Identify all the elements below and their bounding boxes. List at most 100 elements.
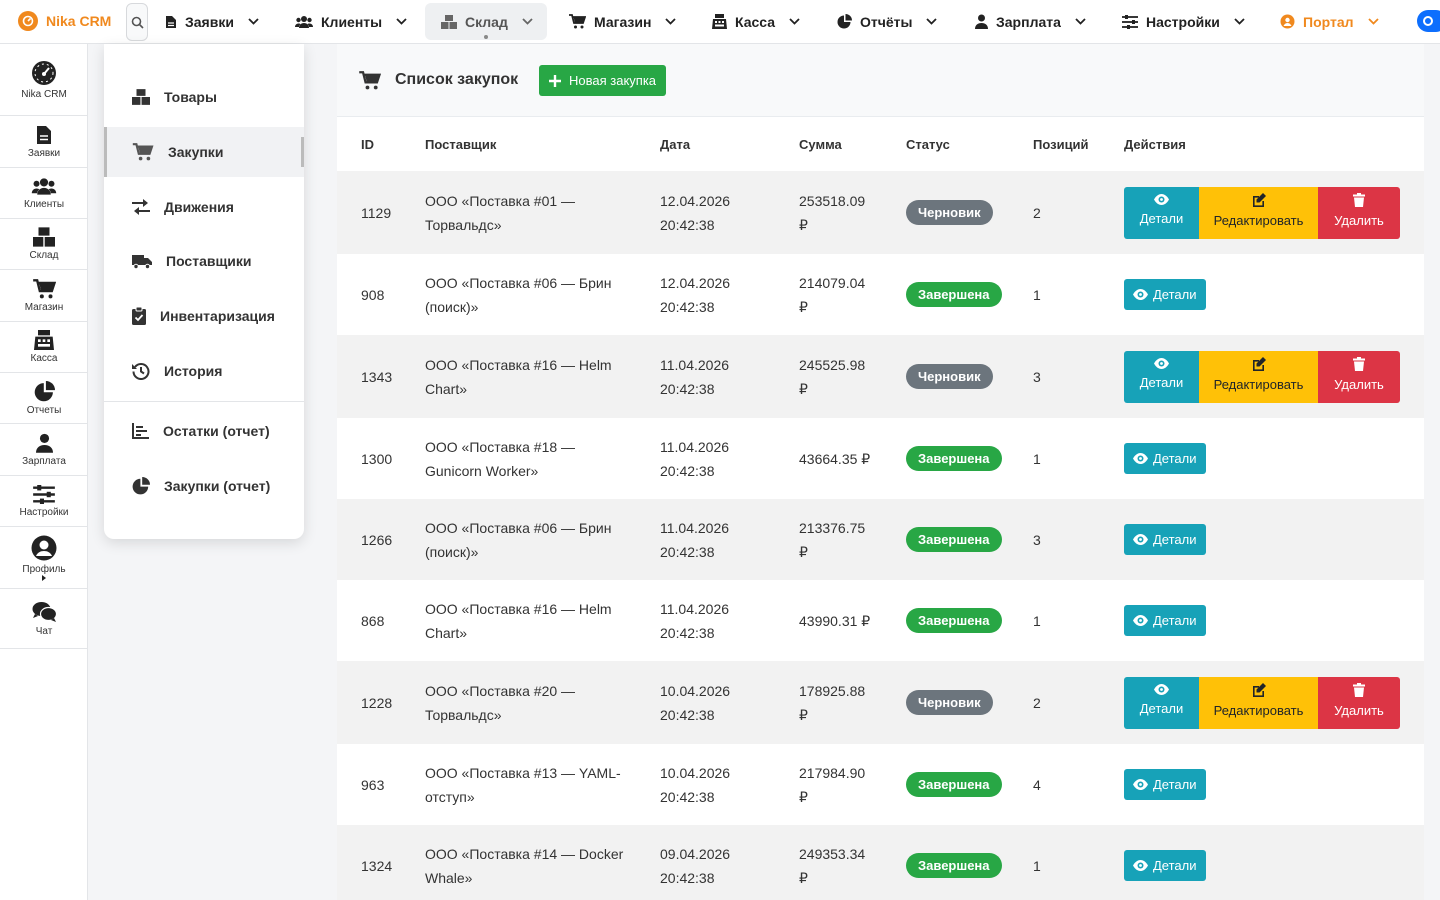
details-button[interactable]: Детали (1124, 186, 1199, 239)
nav-warehouse[interactable]: Склад (425, 3, 547, 40)
cell-positions: 1 (1009, 580, 1100, 661)
delete-button[interactable]: Удалить (1318, 350, 1400, 403)
cell-date: 11.04.2026 20:42:38 (636, 335, 775, 418)
delete-button[interactable]: Удалить (1318, 676, 1400, 729)
theme-toggle[interactable] (1417, 10, 1440, 32)
cell-id: 1266 (337, 499, 401, 580)
details-button[interactable]: Детали (1124, 443, 1206, 474)
details-button[interactable]: Детали (1124, 850, 1206, 881)
nav-label: Настройки (1146, 13, 1220, 30)
sliders-icon (33, 484, 55, 504)
submenu-item-purchases-report[interactable]: Закупки (отчет) (104, 461, 304, 511)
submenu-divider (104, 401, 304, 402)
col-header-id[interactable]: ID (337, 117, 401, 171)
cell-positions: 1 (1009, 825, 1100, 900)
submenu-item-history[interactable]: История (104, 346, 304, 396)
edit-button[interactable]: Редактировать (1199, 676, 1318, 729)
col-header-supplier[interactable]: Поставщик (401, 117, 636, 171)
sidebar-item-home[interactable]: Nika CRM (0, 44, 88, 116)
col-header-date[interactable]: Дата (636, 117, 775, 171)
sidebar-item-profile[interactable]: Профиль (0, 527, 88, 589)
sidebar-item-salary[interactable]: Зарплата (0, 424, 88, 476)
nav-reports[interactable]: Отчёты (827, 3, 947, 40)
delete-button[interactable]: Удалить (1318, 186, 1400, 239)
nav-settings[interactable]: Настройки (1112, 3, 1255, 40)
cell-status: Завершена (882, 825, 1009, 900)
table-row[interactable]: 908 ООО «Поставка #06 — Брин (поиск)» 12.04… (337, 254, 1424, 335)
submenu-item-inventory[interactable]: Инвентаризация (104, 291, 304, 341)
time-value: 20:42:38 (660, 298, 715, 315)
eye-icon (1154, 684, 1169, 695)
table-row[interactable]: 1324 ООО «Поставка #14 — Docker Whale» 09.0… (337, 825, 1424, 900)
submenu-item-movements[interactable]: Движения (104, 182, 304, 232)
table-row[interactable]: 1228 ООО «Поставка #20 — Торвальдс» 10.04.2… (337, 661, 1424, 744)
submenu-item-products[interactable]: Товары (104, 72, 304, 122)
edit-icon (1252, 356, 1266, 371)
sidebar-item-shop[interactable]: Магазин (0, 270, 88, 322)
cell-positions: 3 (1009, 335, 1100, 418)
table-row[interactable]: 1300 ООО «Поставка #18 — Gunicorn Worker» 1… (337, 418, 1424, 499)
new-purchase-label: Новая закупка (569, 73, 657, 88)
table-row[interactable]: 1129 ООО «Поставка #01 — Торвальдс» 12.04.2… (337, 171, 1424, 254)
sum-line-1: 214079.04 (799, 274, 866, 291)
sidebar-item-cashbox[interactable]: Касса (0, 322, 88, 373)
sidebar-item-chat[interactable]: Чат (0, 589, 88, 649)
details-button[interactable]: Детали (1124, 769, 1206, 800)
chevron-down-icon (1234, 18, 1245, 25)
date-value: 12.04.2026 (660, 274, 731, 291)
details-button[interactable]: Детали (1124, 350, 1199, 403)
cell-status: Черновик (882, 335, 1009, 418)
nav-clients[interactable]: Клиенты (285, 3, 417, 40)
clipboard-check-icon (132, 307, 146, 325)
nav-salary[interactable]: Зарплата (965, 3, 1096, 40)
new-purchase-button[interactable]: Новая закупка (539, 65, 667, 96)
brand-link[interactable]: Nika CRM (18, 11, 111, 31)
nav-portal[interactable]: Портал (1270, 3, 1389, 40)
sidebar-item-clients[interactable]: Клиенты (0, 168, 88, 219)
cell-date: 10.04.2026 20:42:38 (636, 744, 775, 825)
sum-line-1: 178925.88 (799, 682, 866, 699)
col-header-positions[interactable]: Позиций (1009, 117, 1100, 171)
pie-chart-icon (34, 380, 55, 401)
submenu-item-purchases[interactable]: Закупки (104, 127, 304, 177)
trash-icon (1353, 192, 1365, 207)
search-button[interactable] (126, 3, 148, 41)
cell-actions: Детали (1100, 499, 1424, 580)
details-label: Детали (1153, 531, 1197, 547)
table-row[interactable]: 1343 ООО «Поставка #16 — Helm Chart» 11.04.… (337, 335, 1424, 418)
sidebar-item-warehouse[interactable]: Склад (0, 219, 88, 270)
cell-actions: Детали (1100, 580, 1424, 661)
table-row[interactable]: 868 ООО «Поставка #16 — Helm Chart» 11.04.2… (337, 580, 1424, 661)
table-row[interactable]: 1266 ООО «Поставка #06 — Брин (поиск)» 11.0… (337, 499, 1424, 580)
col-header-status[interactable]: Статус (882, 117, 1009, 171)
nav-requests[interactable]: Заявки (155, 3, 269, 40)
details-button[interactable]: Детали (1124, 524, 1206, 555)
table-row[interactable]: 963 ООО «Поставка #13 — YAML-отступ» 10.04… (337, 744, 1424, 825)
submenu-label: Поставщики (166, 253, 252, 269)
col-header-actions: Действия (1100, 117, 1424, 171)
sidebar-label: Заявки (27, 147, 61, 159)
sidebar-item-reports[interactable]: Отчеты (0, 373, 88, 424)
cart-icon (132, 143, 154, 161)
submenu-item-suppliers[interactable]: Поставщики (104, 236, 304, 286)
submenu-item-stock-report[interactable]: Остатки (отчет) (104, 406, 304, 456)
supplier-line-1: ООО «Поставка #16 — Helm (425, 356, 612, 373)
sidebar-item-requests[interactable]: Заявки (0, 116, 88, 168)
cell-supplier: ООО «Поставка #20 — Торвальдс» (401, 661, 636, 744)
nav-label: Отчёты (860, 13, 913, 30)
cell-sum: 253518.09 ₽ (775, 171, 882, 254)
col-header-sum[interactable]: Сумма (775, 117, 882, 171)
status-badge: Завершена (906, 282, 1002, 307)
sum-line-1: 213376.75 (799, 519, 866, 536)
details-button[interactable]: Детали (1124, 676, 1199, 729)
edit-button[interactable]: Редактировать (1199, 186, 1318, 239)
details-button[interactable]: Детали (1124, 279, 1206, 310)
nav-cashbox[interactable]: Касса (702, 3, 810, 40)
nav-shop[interactable]: Магазин (559, 3, 686, 40)
supplier-line-1: ООО «Поставка #20 — (425, 682, 576, 699)
details-button[interactable]: Детали (1124, 605, 1206, 636)
cart-icon (569, 14, 586, 29)
edit-button[interactable]: Редактировать (1199, 350, 1318, 403)
chat-icon (32, 601, 57, 622)
sidebar-item-settings[interactable]: Настройки (0, 476, 88, 527)
